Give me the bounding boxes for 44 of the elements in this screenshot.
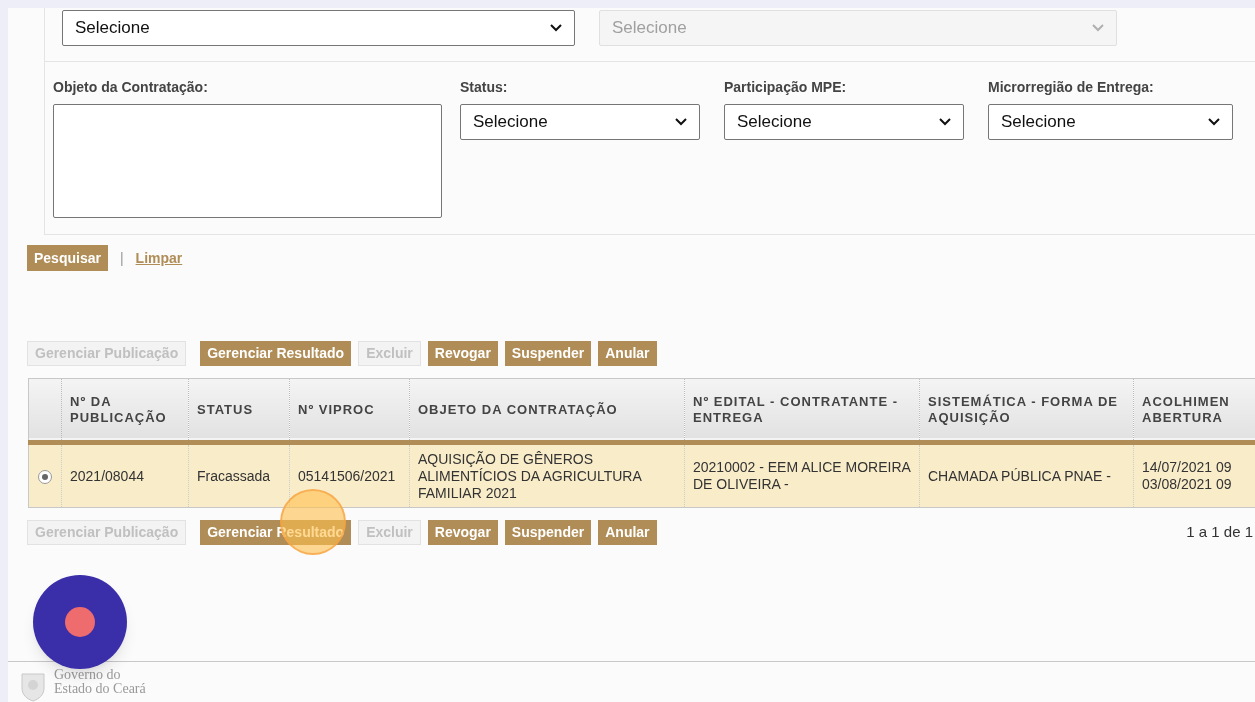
column-header: STATUS	[188, 378, 290, 443]
field-label: Microrregião de Entrega:	[988, 78, 1155, 97]
action-button[interactable]: Revogar	[427, 520, 498, 545]
radio-button[interactable]	[38, 469, 52, 484]
chevron-down-icon	[675, 118, 687, 126]
field-label: Status:	[460, 78, 509, 97]
action-button[interactable]: Suspender	[504, 520, 592, 545]
action-button[interactable]: Gerenciar Resultado	[200, 520, 352, 545]
table-cell: 20210002 - EEM ALICE MOREIRA DE OLIVEIRA -	[684, 442, 920, 508]
action-button[interactable]: Anular	[598, 341, 657, 366]
table-row[interactable]: 2021/08044 Fracassada 05141506/2021 AQUISIÇÃO DE GÊNEROS ALIMENTÍCIOS DA AGRICULTURA FAMILIAR 2021 20210002 - EEM ALICE MOREIRA DE OLIVEIRA - CHAMADA PÚBLICA PNAE - 14/07/2021 09 03/08/2021 09	[28, 442, 1255, 508]
pagination-text: 1 a 1 de 1	[1186, 522, 1253, 543]
footer-logo-text: Estado do Ceará	[54, 682, 146, 696]
field-label: Participação MPE:	[724, 78, 848, 97]
field-label: Objeto da Contratação:	[53, 78, 209, 97]
table-cell: AQUISIÇÃO DE GÊNEROS ALIMENTÍCIOS DA AGRICULTURA FAMILIAR 2021	[409, 442, 685, 508]
table-cell: 05141506/2021	[289, 442, 410, 508]
select-field[interactable]: Selecione	[460, 104, 700, 140]
action-button[interactable]: Suspender	[504, 341, 592, 366]
column-header: Nº DA PUBLICAÇÃO	[61, 378, 189, 443]
table-cell: CHAMADA PÚBLICA PNAE -	[919, 442, 1134, 508]
column-header: OBJETO DA CONTRATAÇÃO	[409, 378, 685, 443]
select-field[interactable]: Selecione	[988, 104, 1233, 140]
table-cell: 14/07/2021 09 03/08/2021 09	[1133, 442, 1255, 508]
chevron-down-icon	[939, 118, 951, 126]
select-field[interactable]: Selecione	[724, 104, 964, 140]
column-header: SISTEMÁTICA - FORMA DE AQUISIÇÃO	[919, 378, 1134, 443]
action-button[interactable]: Anular	[598, 520, 657, 545]
column-header: Nº EDITAL - CONTRATANTE - ENTREGA	[684, 378, 920, 443]
footer-logo-text: Governo do	[54, 668, 122, 682]
column-header: ACOLHIMEN ABERTURA	[1133, 378, 1255, 443]
column-header: Nº VIPROC	[289, 378, 410, 443]
table-cell: Fracassada	[188, 442, 290, 508]
chevron-down-icon	[1092, 24, 1104, 32]
action-button[interactable]: Gerenciar Resultado	[200, 341, 352, 366]
chevron-down-icon	[1208, 118, 1220, 126]
table-cell: 2021/08044	[61, 442, 189, 508]
search-button[interactable]: Pesquisar	[27, 245, 108, 271]
chevron-down-icon	[550, 24, 562, 32]
action-button[interactable]: Revogar	[427, 341, 498, 366]
clear-link[interactable]: Limpar	[135, 247, 183, 269]
separator: |	[119, 248, 124, 268]
text-area[interactable]	[53, 104, 442, 218]
select-field[interactable]: Selecione	[62, 10, 575, 46]
